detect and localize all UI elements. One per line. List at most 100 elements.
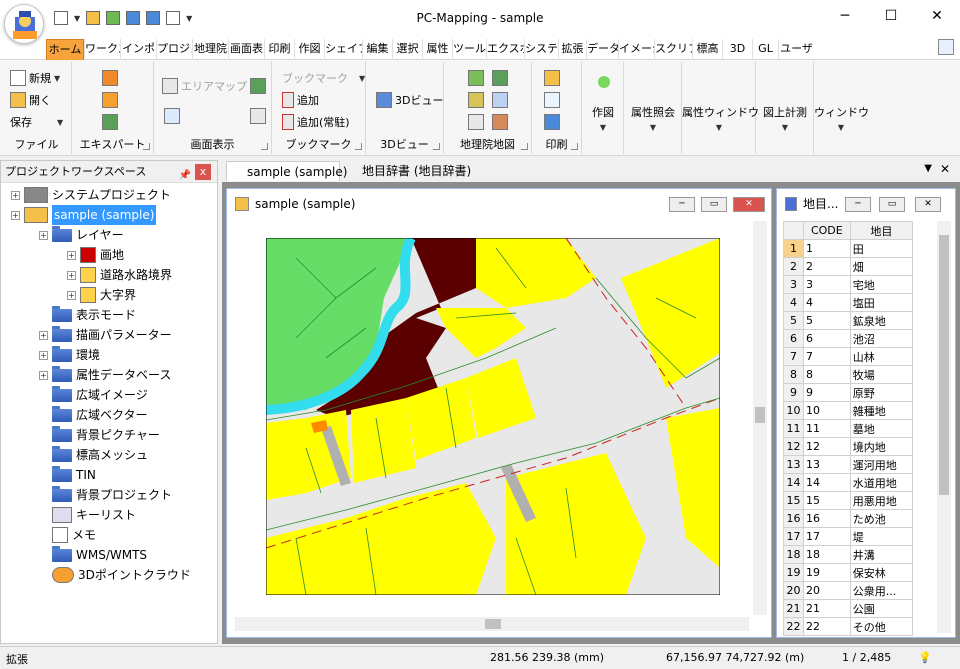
tab-3[interactable]: プロジェ — [156, 39, 192, 60]
tree-item[interactable]: +背景ピクチャー — [39, 425, 160, 445]
image-export-icon[interactable] — [102, 114, 118, 130]
code-cell[interactable]: 11 — [803, 419, 851, 438]
measure-button[interactable]: 図上計測 ▼ — [756, 104, 814, 133]
tree-item[interactable]: + 環境 — [39, 345, 100, 365]
tab-5[interactable]: 画面表 — [228, 39, 264, 60]
tab-11[interactable]: 属性 — [422, 39, 452, 60]
table-row[interactable]: 18 18 井溝 — [783, 545, 914, 564]
refresh-view-icon[interactable] — [250, 108, 266, 124]
tree-item[interactable]: +WMS/WMTS — [39, 545, 147, 565]
chimoku-cell[interactable]: 畑 — [849, 257, 914, 276]
tab-19[interactable]: 標高 — [692, 39, 722, 60]
scroll-thumb[interactable] — [485, 619, 501, 629]
table-row[interactable]: 17 17 堤 — [783, 527, 914, 546]
map-close-button[interactable]: ✕ — [733, 197, 765, 212]
open-button[interactable]: 開く — [10, 92, 51, 108]
row-number[interactable]: 5 — [783, 311, 804, 330]
dictionary-vertical-scrollbar[interactable] — [937, 221, 951, 633]
table-row[interactable]: 15 15 用悪用地 — [783, 491, 914, 510]
code-cell[interactable]: 4 — [803, 293, 851, 312]
code-cell[interactable]: 21 — [803, 599, 851, 618]
tree-item[interactable]: +メモ — [39, 525, 96, 545]
row-number[interactable]: 21 — [783, 599, 804, 618]
dict-restore-button[interactable]: ▭ — [879, 197, 905, 212]
new-button[interactable]: 新規 ▼ — [10, 70, 60, 86]
table-row[interactable]: 11 11 墓地 — [783, 419, 914, 438]
row-number[interactable]: 13 — [783, 455, 804, 474]
dialog-launcher-icon[interactable] — [143, 143, 150, 150]
tree-item[interactable]: +広域ベクター — [39, 405, 148, 425]
row-number[interactable]: 16 — [783, 509, 804, 528]
table-row[interactable]: 13 13 運河用地 — [783, 455, 914, 474]
layer-view-icon[interactable] — [250, 78, 266, 94]
tab-21[interactable]: GL — [752, 39, 778, 60]
chimoku-cell[interactable]: 塩田 — [849, 293, 914, 312]
chimoku-cell[interactable]: 公衆用... — [849, 581, 914, 600]
dialog-launcher-icon[interactable] — [521, 143, 528, 150]
print-icon[interactable] — [544, 70, 560, 86]
row-number[interactable]: 14 — [783, 473, 804, 492]
dialog-launcher-icon[interactable] — [355, 143, 362, 150]
gsi-settings-icon[interactable] — [492, 92, 508, 108]
code-cell[interactable]: 3 — [803, 275, 851, 294]
save-button[interactable]: 保存 ▼ — [10, 114, 63, 130]
table-row[interactable]: 8 8 牧場 — [783, 365, 914, 384]
table-row[interactable]: 6 6 池沼 — [783, 329, 914, 348]
dict-close-button[interactable]: ✕ — [915, 197, 941, 212]
tab-4[interactable]: 地理院 — [192, 39, 228, 60]
table-row[interactable]: 5 5 鉱泉地 — [783, 311, 914, 330]
tab-9[interactable]: 編集 — [362, 39, 392, 60]
gsi-grid-icon[interactable] — [468, 114, 484, 130]
tab-1[interactable]: ワークス — [84, 39, 120, 60]
table-row[interactable]: 14 14 水道用地 — [783, 473, 914, 492]
tree-item[interactable]: +背景プロジェクト — [39, 485, 172, 505]
code-cell[interactable]: 13 — [803, 455, 851, 474]
chimoku-cell[interactable]: 雑種地 — [849, 401, 914, 420]
tab-18[interactable]: スクリプ — [654, 39, 692, 60]
chimoku-cell[interactable]: 堤 — [849, 527, 914, 546]
tree-item[interactable]: +TIN — [39, 465, 96, 485]
tab-8[interactable]: シェイプ — [324, 39, 362, 60]
code-cell[interactable]: 8 — [803, 365, 851, 384]
code-cell[interactable]: 19 — [803, 563, 851, 582]
dialog-launcher-icon[interactable] — [571, 143, 578, 150]
tree-item[interactable]: +3Dポイントクラウド — [39, 565, 191, 585]
table-row[interactable]: 10 10 雑種地 — [783, 401, 914, 420]
tree-item[interactable]: + 描画パラメーター — [39, 325, 172, 345]
tab-22[interactable]: ユーザ — [778, 39, 814, 60]
chimoku-cell[interactable]: 池沼 — [849, 329, 914, 348]
table-row[interactable]: 3 3 宅地 — [783, 275, 914, 294]
map-vertical-scrollbar[interactable] — [753, 221, 767, 615]
printer-icon[interactable] — [544, 114, 560, 130]
expand-icon[interactable]: + — [67, 270, 76, 280]
chimoku-cell[interactable]: 運河用地 — [849, 455, 914, 474]
area-map-button[interactable]: エリアマップ — [162, 78, 247, 94]
chimoku-cell[interactable]: 公園 — [849, 599, 914, 618]
row-number[interactable]: 6 — [783, 329, 804, 348]
expand-icon[interactable]: + — [67, 250, 76, 260]
row-number[interactable]: 22 — [783, 617, 804, 636]
code-cell[interactable]: 17 — [803, 527, 851, 546]
expand-icon[interactable]: + — [39, 230, 48, 240]
stack-icon[interactable] — [102, 92, 118, 108]
code-cell[interactable]: 14 — [803, 473, 851, 492]
gsi-photo-icon[interactable] — [492, 70, 508, 86]
table-row[interactable]: 21 21 公園 — [783, 599, 914, 618]
expand-icon[interactable]: + — [39, 350, 48, 360]
tab-close-icon[interactable]: ✕ — [940, 162, 950, 176]
tab-2[interactable]: インポ — [120, 39, 156, 60]
maximize-button[interactable]: ☐ — [868, 0, 914, 32]
map-minimize-button[interactable]: ─ — [669, 197, 695, 212]
attr-ref-button[interactable]: 属性照会 ▼ — [624, 104, 682, 133]
tree-item[interactable]: + 大字界 — [67, 285, 136, 305]
add-bookmark-button[interactable]: 追加 — [282, 92, 319, 108]
minimize-button[interactable]: ─ — [822, 0, 868, 32]
fit-view-icon[interactable] — [164, 108, 180, 124]
dialog-launcher-icon[interactable] — [261, 143, 268, 150]
gsi-tile-icon[interactable] — [468, 92, 484, 108]
code-cell[interactable]: 6 — [803, 329, 851, 348]
code-cell[interactable]: 16 — [803, 509, 851, 528]
tree-item[interactable]: +標高メッシュ — [39, 445, 148, 465]
row-number[interactable]: 4 — [783, 293, 804, 312]
table-row[interactable]: 16 16 ため池 — [783, 509, 914, 528]
